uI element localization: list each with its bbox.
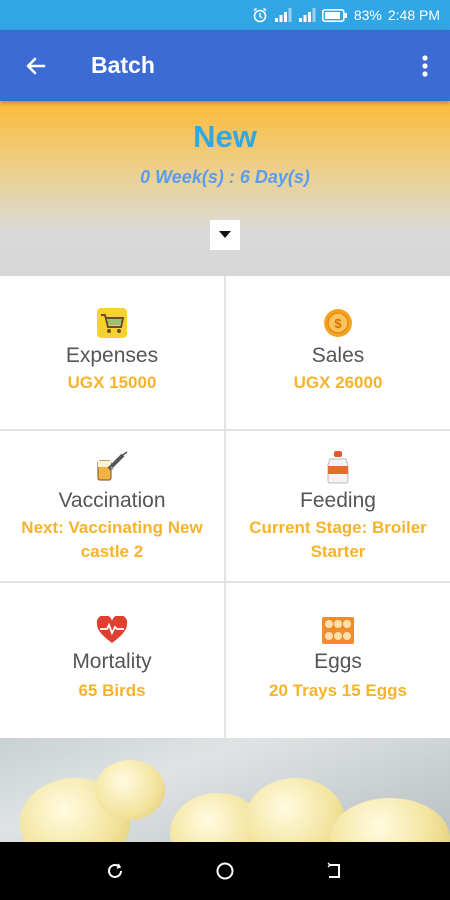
signal-icon [298,8,316,22]
overflow-menu-button[interactable] [400,30,450,101]
batch-dropdown[interactable] [210,220,240,250]
app-bar: Batch [0,30,450,101]
home-button[interactable] [205,851,245,891]
back-nav-button[interactable] [315,851,355,891]
caret-down-icon [219,231,231,238]
vaccination-value: Next: Vaccinating New castle 2 [21,518,203,561]
recent-apps-button[interactable] [95,851,135,891]
expenses-tile[interactable]: Expenses UGX 15000 [0,276,224,429]
expenses-value: UGX 15000 [67,373,157,392]
back-icon [327,862,340,878]
page-title: Batch [91,52,155,78]
recent-apps-icon [108,863,122,878]
batch-status: New [193,119,257,154]
clock: 2:48 PM [387,7,440,23]
heartbeat-icon [96,616,128,643]
cart-icon [97,308,127,338]
vaccination-label: Vaccination [58,489,166,512]
battery-icon [321,8,348,22]
sales-label: Sales [311,344,365,367]
egg-tray-icon [322,617,354,644]
dashboard-grid: Expenses UGX 15000 $ Sales UGX 26000 Vac… [0,276,450,738]
eggs-value: 20 Trays 15 Eggs [269,681,407,700]
system-nav-bar [0,842,450,900]
alarm-icon [252,7,268,23]
sales-value: UGX 26000 [293,373,383,392]
feeding-tile[interactable]: Feeding Current Stage: Broiler Starter [226,431,450,581]
feed-bottle-icon [327,451,349,484]
expenses-label: Expenses [65,344,159,367]
mortality-label: Mortality [72,650,152,673]
status-bar: 83% 2:48 PM [0,0,450,30]
syringe-icon [97,451,128,481]
signal-icon [274,8,292,22]
sales-tile[interactable]: $ Sales UGX 26000 [226,276,450,429]
battery-percent: 83% [353,7,382,23]
vaccination-tile[interactable]: Vaccination Next: Vaccinating New castle… [0,431,224,581]
home-icon [216,862,234,880]
arrow-left-icon [26,57,46,74]
back-button[interactable] [0,30,72,101]
eggs-label: Eggs [314,650,362,673]
eggs-tile[interactable]: Eggs 20 Trays 15 Eggs [226,583,450,738]
svg-text:$: $ [334,316,342,331]
chicks-photo [0,738,450,842]
batch-age: 0 Week(s) : 6 Day(s) [140,167,310,187]
mortality-tile[interactable]: Mortality 65 Birds [0,583,224,738]
coins-icon: $ [324,309,352,337]
batch-header: New 0 Week(s) : 6 Day(s) [0,101,450,276]
feeding-value: Current Stage: Broiler Starter [249,518,427,561]
mortality-value: 65 Birds [78,681,146,700]
feeding-label: Feeding [300,489,376,512]
more-vert-icon [422,54,428,77]
